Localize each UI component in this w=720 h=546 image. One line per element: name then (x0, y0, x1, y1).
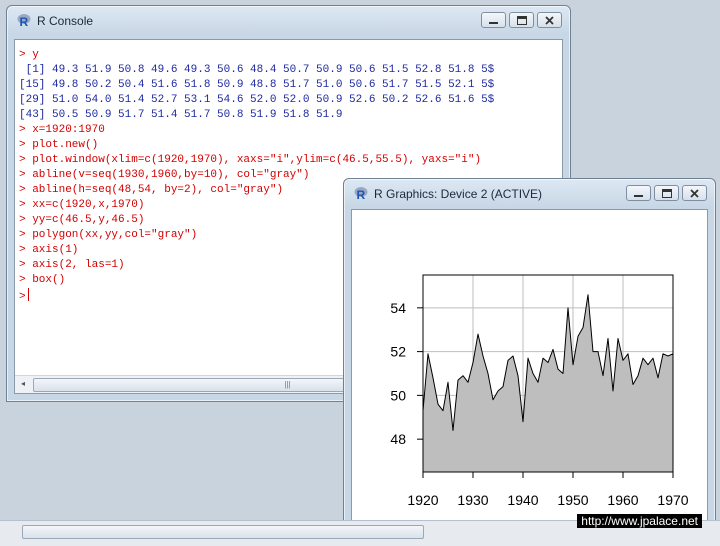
x-tick-label: 1940 (507, 492, 538, 508)
data-area-polygon (422, 294, 674, 473)
minimize-button[interactable] (626, 185, 651, 201)
console-output-line: [1] 49.3 51.9 50.8 49.6 49.3 50.6 48.4 5… (19, 64, 495, 76)
watermark: http://www.jpalace.net (577, 514, 702, 528)
y-tick-label: 48 (390, 431, 406, 447)
prompt-symbol: > (19, 291, 26, 303)
r-logo-icon: R (354, 187, 368, 201)
graphics-titlebar[interactable]: R R Graphics: Device 2 (ACTIVE) (344, 179, 715, 209)
x-tick-label: 1930 (457, 492, 488, 508)
r-logo-icon: R (17, 14, 31, 28)
text-cursor (27, 288, 30, 301)
maximize-button[interactable] (654, 185, 679, 201)
minimize-button[interactable] (481, 12, 506, 28)
y-tick-label: 52 (390, 344, 406, 360)
area-chart: 1920 1930 1940 1950 1960 1970 48 50 52 54 (390, 274, 689, 508)
x-tick-label: 1970 (657, 492, 688, 508)
minimize-icon (489, 22, 498, 24)
close-button[interactable] (682, 185, 707, 201)
console-titlebar[interactable]: R R Console (7, 6, 570, 36)
svg-text:R: R (20, 15, 29, 28)
close-icon (690, 188, 699, 198)
maximize-button[interactable] (509, 12, 534, 28)
r-graphics-window: R R Graphics: Device 2 (ACTIVE) 1920 1930… (343, 178, 716, 528)
graphics-title: R Graphics: Device 2 (ACTIVE) (374, 187, 543, 201)
scrollbar-thumb[interactable] (22, 525, 424, 539)
x-tick-label: 1950 (557, 492, 588, 508)
console-input-line: > y (19, 49, 39, 61)
console-input-line: > plot.new() (19, 139, 99, 151)
scroll-left-icon[interactable]: ◂ (16, 378, 30, 390)
console-output-line: [29] 51.0 54.0 51.4 52.7 53.1 54.6 52.0 … (19, 94, 495, 106)
minimize-icon (634, 195, 643, 197)
close-icon (545, 15, 554, 25)
console-input-line: > plot.window(xlim=c(1920,1970), xaxs="i… (19, 154, 482, 166)
console-output-line: [43] 50.5 50.9 51.7 51.4 51.7 50.8 51.9 … (19, 109, 343, 121)
x-tick-label: 1960 (607, 492, 638, 508)
x-tick-label: 1920 (407, 492, 438, 508)
console-input-line: > x=1920:1970 (19, 124, 105, 136)
plot-area: 1920 1930 1940 1950 1960 1970 48 50 52 54 (351, 209, 708, 527)
maximize-icon (516, 15, 527, 25)
y-tick-label: 50 (390, 387, 406, 403)
svg-text:R: R (357, 188, 366, 201)
y-tick-label: 54 (390, 300, 406, 316)
console-title: R Console (37, 14, 94, 28)
console-output-line: [15] 49.8 50.2 50.4 51.6 51.8 50.9 48.8 … (19, 79, 495, 91)
maximize-icon (661, 188, 672, 198)
close-button[interactable] (537, 12, 562, 28)
